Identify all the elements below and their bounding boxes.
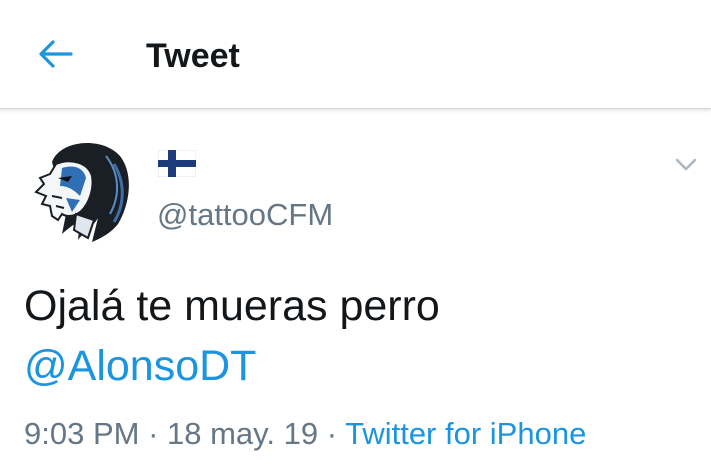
tweet-meta: 9:03 PM · 18 may. 19 · Twitter for iPhon…: [24, 414, 586, 454]
tweet-body: Ojalá te mueras perro: [24, 282, 440, 330]
page-title: Tweet: [146, 37, 240, 75]
chevron-down-icon[interactable]: [670, 150, 702, 178]
finland-flag-icon: [158, 150, 196, 177]
author-handle[interactable]: @tattooCFM: [157, 196, 333, 234]
meta-separator: ·: [318, 416, 346, 451]
mention-link[interactable]: @AlonsoDT: [24, 336, 684, 396]
tweet-source-link[interactable]: Twitter for iPhone: [345, 416, 586, 451]
back-button[interactable]: [30, 32, 80, 76]
arrow-left-icon: [39, 40, 73, 68]
tweet-text: Ojalá te mueras perro @AlonsoDT: [24, 276, 684, 396]
meta-separator: ·: [139, 416, 168, 451]
tweet-date: 18 may. 19: [167, 416, 319, 451]
avatar[interactable]: [22, 134, 132, 244]
tweet-time: 9:03 PM: [24, 416, 140, 451]
top-bar: Tweet: [0, 0, 711, 109]
